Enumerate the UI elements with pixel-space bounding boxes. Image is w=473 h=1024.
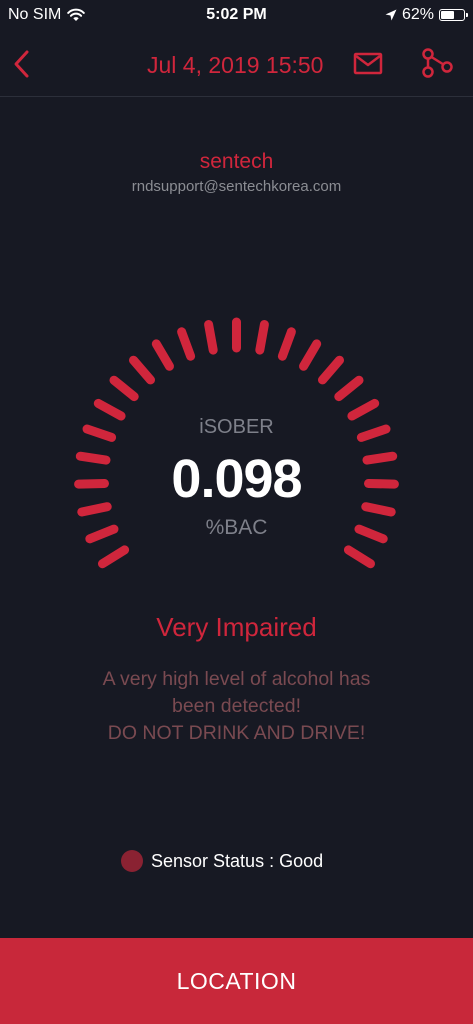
- gauge-tick: [318, 355, 344, 385]
- gauge-device-label: iSOBER: [199, 416, 274, 438]
- sensor-status-text: Sensor Status : Good: [151, 850, 324, 871]
- sensor-status-dot: [121, 850, 143, 872]
- gauge-tick: [343, 545, 375, 569]
- location-arrow-icon: [385, 9, 397, 21]
- warning-message: A very high level of alcohol has been de…: [60, 666, 413, 747]
- user-name: sentech: [199, 150, 274, 173]
- battery-icon: [439, 9, 468, 21]
- bac-unit: %BAC: [205, 516, 268, 539]
- gauge-tick: [347, 398, 380, 421]
- battery-cap: [466, 13, 468, 17]
- gauge-tick: [129, 355, 155, 385]
- warning-line-1: A very high level of alcohol has: [102, 668, 371, 690]
- battery-percent: 62%: [401, 6, 434, 23]
- gauge-tick: [255, 320, 269, 355]
- gauge-tick: [204, 320, 218, 355]
- impairment-level: Very Impaired: [156, 612, 317, 642]
- bac-value: 0.098: [171, 449, 302, 509]
- gauge-tick: [109, 375, 139, 402]
- back-button[interactable]: [6, 46, 36, 82]
- share-icon[interactable]: [420, 46, 454, 80]
- gauge-tick: [299, 339, 322, 371]
- gauge-tick: [277, 327, 296, 361]
- gauge-tick: [98, 545, 130, 569]
- warning-line-3: DO NOT DRINK AND DRIVE!: [107, 722, 366, 744]
- back-chevron-icon: [14, 50, 29, 78]
- gauge-tick: [334, 375, 364, 402]
- nav-bar: Jul 4, 2019 15:50: [0, 32, 473, 97]
- user-email: rndsupport@sentechkorea.com: [131, 178, 342, 195]
- gauge-tick: [151, 339, 174, 371]
- status-right: 62%: [385, 6, 468, 24]
- location-button[interactable]: LOCATION: [0, 938, 473, 1024]
- mail-icon[interactable]: [352, 50, 384, 78]
- gauge-tick: [177, 327, 196, 361]
- warning-line-2: been detected!: [171, 695, 302, 717]
- battery-fill: [441, 11, 454, 19]
- gauge-tick: [93, 398, 126, 421]
- nav-date: Jul 4, 2019 15:50: [147, 52, 324, 78]
- location-button-label: LOCATION: [176, 967, 297, 994]
- screen: No SIM 5:02 PM 62% Jul 4, 2019 15:50 sen…: [0, 0, 473, 1024]
- status-bar: No SIM 5:02 PM 62%: [0, 0, 473, 32]
- sensor-status: Sensor Status : Good: [121, 850, 323, 872]
